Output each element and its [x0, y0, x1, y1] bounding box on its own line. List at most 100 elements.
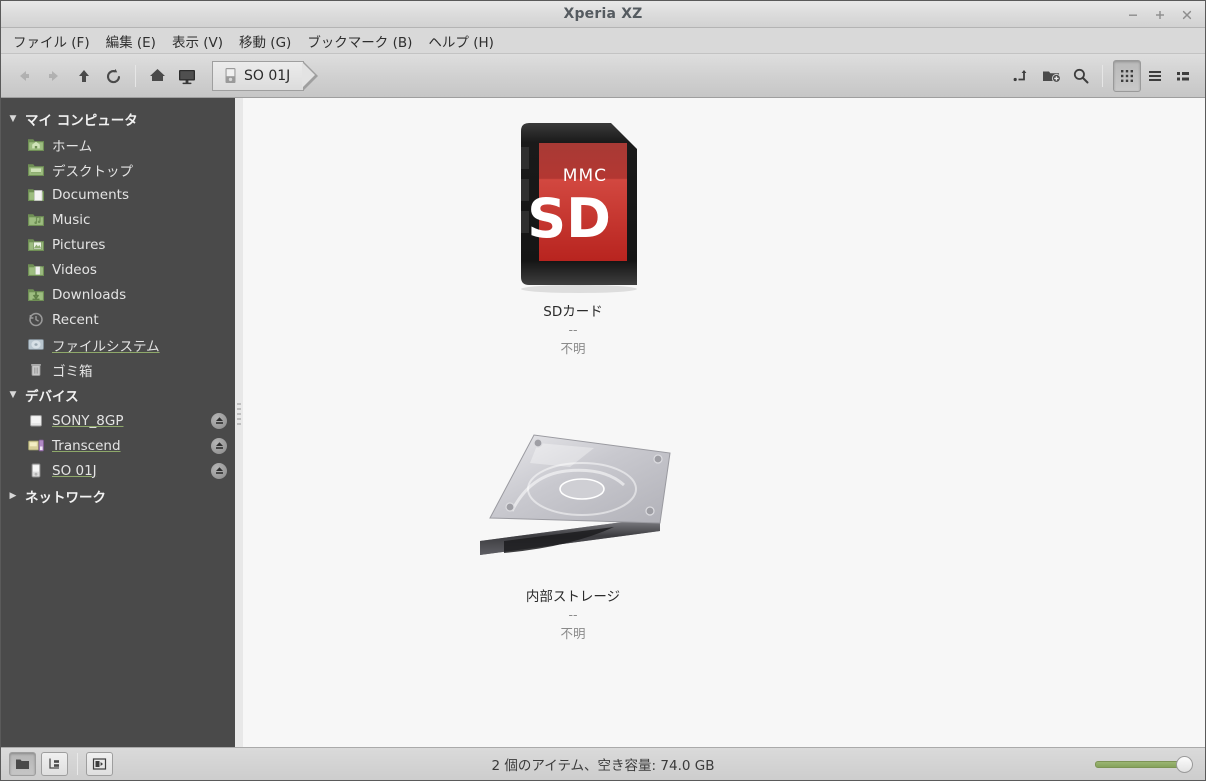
menu-bar: ファイル (F) 編集 (E) 表示 (V) 移動 (G) ブックマーク (B) ヘルプ … — [1, 28, 1205, 54]
menu-view[interactable]: 表示 (V) — [164, 28, 231, 54]
phone-icon — [27, 462, 45, 479]
file-item-sd-card[interactable]: MMC SD SDカード -- 不明 — [473, 108, 673, 359]
toolbar-separator-2 — [1102, 64, 1103, 87]
sidebar-section-label: デバイス — [25, 389, 79, 405]
toggle-sidebar-button[interactable] — [86, 752, 113, 776]
eject-icon[interactable] — [211, 437, 227, 454]
sidebar-item-music[interactable]: Music — [1, 207, 235, 232]
sidebar-item-label: SONY_8GP — [52, 412, 124, 429]
view-icons-button[interactable] — [1113, 59, 1141, 92]
recent-clock-icon — [27, 311, 45, 328]
path-entry-button[interactable] — [1006, 61, 1036, 91]
sidebar-item-label: Documents — [52, 186, 129, 203]
sidebar-item-label: ファイルシステム — [52, 338, 160, 355]
file-type-label: 不明 — [560, 341, 586, 357]
folder-downloads-icon — [27, 286, 45, 303]
file-list-view[interactable]: MMC SD SDカード -- 不明 内部ストレージ -- 不明 — [243, 98, 1205, 747]
file-name-label: SDカード — [543, 304, 603, 320]
sidebar-section-network[interactable]: ▶ ネットワーク — [1, 483, 235, 509]
tree-icon — [49, 758, 59, 769]
file-type-label: 不明 — [560, 626, 586, 642]
folder-videos-icon — [27, 261, 45, 278]
sidebar-item-label: Recent — [52, 311, 99, 328]
file-item-internal-storage[interactable]: 内部ストレージ -- 不明 — [473, 393, 673, 644]
close-button[interactable] — [1174, 4, 1199, 26]
minimize-button[interactable] — [1120, 4, 1145, 26]
home-button[interactable] — [142, 61, 172, 91]
eject-icon[interactable] — [211, 412, 227, 429]
sidebar-section-devices[interactable]: ▼ デバイス — [1, 382, 235, 408]
sidebar-item-trash[interactable]: ゴミ箱 — [1, 357, 235, 382]
sidebar-item-label: SO 01J — [52, 462, 97, 479]
status-bar: 2 個のアイテム、空き容量: 74.0 GB — [1, 747, 1205, 780]
sidebar-item-desktop[interactable]: デスクトップ — [1, 157, 235, 182]
menu-go[interactable]: 移動 (G) — [231, 28, 299, 54]
toolbar: SO 01J — [1, 54, 1205, 98]
maximize-button[interactable] — [1147, 4, 1172, 26]
card-reader-icon — [27, 437, 45, 454]
eject-icon[interactable] — [211, 462, 227, 479]
file-size-label: -- — [568, 322, 578, 337]
sidebar: ▼ マイ コンピュータ ホームデスクトップ Documents Music Picture… — [1, 98, 235, 747]
sidebar-item-videos[interactable]: Videos — [1, 257, 235, 282]
menu-file[interactable]: ファイル (F) — [5, 28, 98, 54]
content-area: ▼ マイ コンピュータ ホームデスクトップ Documents Music Picture… — [1, 98, 1205, 747]
folder-desktop-icon — [27, 161, 45, 178]
sidebar-item-sony-8gp[interactable]: SONY_8GP — [1, 408, 235, 433]
view-mode-tree-button[interactable] — [41, 752, 68, 776]
svg-text:SD: SD — [527, 187, 611, 250]
sidebar-section-my-computer[interactable]: ▼ マイ コンピュータ — [1, 106, 235, 132]
window-title: Xperia XZ — [563, 6, 643, 22]
status-text: 2 個のアイテム、空き容量: 74.0 GB — [491, 758, 715, 774]
statusbar-separator — [77, 753, 78, 775]
filesystem-drive-icon — [27, 336, 45, 353]
sidebar-item-transcend[interactable]: Transcend — [1, 433, 235, 458]
sidebar-item-label: Pictures — [52, 236, 106, 253]
file-size-label: -- — [568, 607, 578, 622]
chevron-right-icon: ▶ — [9, 491, 17, 501]
view-mode-icons-button[interactable] — [9, 752, 36, 776]
sidebar-item-label: Downloads — [52, 286, 127, 303]
sidebar-splitter[interactable] — [235, 98, 243, 747]
splitter-grip-icon — [237, 403, 241, 425]
view-list-button[interactable] — [1141, 60, 1169, 92]
view-compact-button[interactable] — [1169, 60, 1197, 92]
view-mode-group — [1113, 59, 1197, 92]
back-button[interactable] — [9, 61, 39, 91]
sidebar-item-so-01j[interactable]: SO 01J — [1, 458, 235, 483]
zoom-slider[interactable] — [1095, 755, 1193, 773]
title-bar[interactable]: Xperia XZ — [1, 1, 1205, 28]
sidebar-item-documents[interactable]: Documents — [1, 182, 235, 207]
sidebar-item-recent[interactable]: Recent — [1, 307, 235, 332]
sidebar-item-downloads[interactable]: Downloads — [1, 282, 235, 307]
breadcrumb-item-so-01j[interactable]: SO 01J — [212, 60, 305, 91]
sidebar-section-label: ネットワーク — [25, 490, 106, 506]
sidebar-item-label: ゴミ箱 — [52, 363, 93, 380]
sd-card-icon: MMC SD — [499, 108, 647, 293]
sidebar-item-pictures[interactable]: Pictures — [1, 232, 235, 257]
window-controls — [1120, 1, 1199, 28]
sidebar-panel-icon — [92, 758, 107, 770]
forward-button[interactable] — [39, 61, 69, 91]
breadcrumb: SO 01J — [212, 60, 319, 91]
trash-icon — [27, 361, 45, 378]
menu-help[interactable]: ヘルプ (H) — [420, 28, 501, 54]
menu-edit[interactable]: 編集 (E) — [98, 28, 164, 54]
sidebar-item-label: デスクトップ — [52, 163, 133, 180]
sidebar-item-filesystem[interactable]: ファイルシステム — [1, 332, 235, 357]
chevron-down-icon: ▼ — [9, 390, 17, 400]
menu-bookmarks[interactable]: ブックマーク (B) — [299, 28, 420, 54]
zoom-slider-fill — [1095, 760, 1185, 768]
reload-button[interactable] — [99, 61, 129, 91]
sidebar-item-home[interactable]: ホーム — [1, 132, 235, 157]
folder-icon — [16, 759, 29, 769]
file-name-label: 内部ストレージ — [525, 589, 621, 605]
computer-button[interactable] — [172, 61, 202, 91]
up-button[interactable] — [69, 61, 99, 91]
svg-text:MMC: MMC — [563, 166, 607, 186]
folder-music-icon — [27, 211, 45, 228]
usb-drive-icon — [27, 412, 45, 429]
search-button[interactable] — [1066, 61, 1096, 91]
new-folder-button[interactable] — [1036, 61, 1066, 91]
zoom-slider-knob[interactable] — [1176, 755, 1193, 773]
